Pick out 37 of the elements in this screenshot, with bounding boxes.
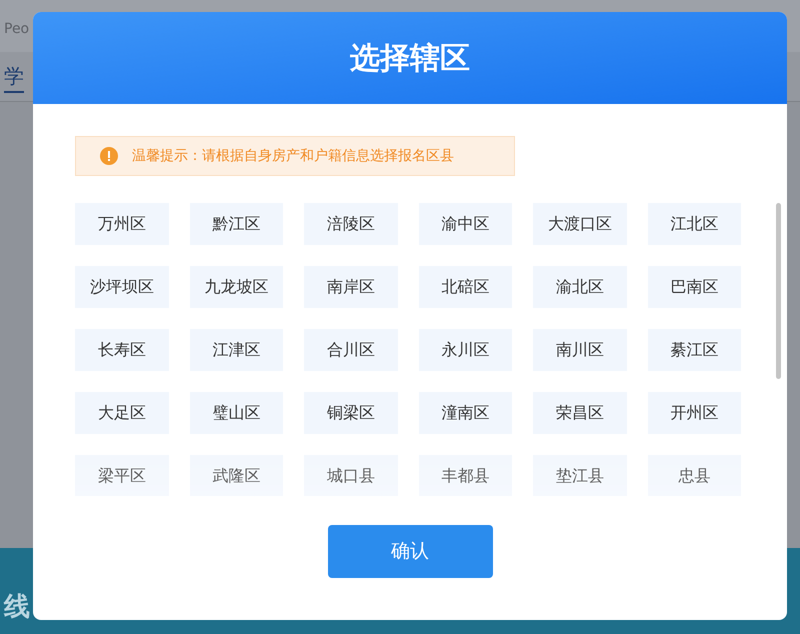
- district-option[interactable]: 垫江县: [533, 455, 626, 496]
- nav-tab[interactable]: 学: [4, 60, 24, 92]
- district-option[interactable]: 永川区: [418, 329, 512, 371]
- district-option[interactable]: 九龙坡区: [190, 266, 283, 308]
- district-option[interactable]: 巴南区: [648, 266, 741, 308]
- district-option[interactable]: 潼南区: [418, 392, 512, 434]
- tip-text: 温馨提示：请根据自身房产和户籍信息选择报名区县: [132, 146, 454, 166]
- district-option[interactable]: 綦江区: [648, 329, 741, 371]
- district-option[interactable]: 铜梁区: [304, 392, 398, 434]
- district-option[interactable]: 北碚区: [418, 266, 512, 308]
- district-option[interactable]: 长寿区: [75, 329, 168, 371]
- district-option[interactable]: 开州区: [648, 392, 741, 434]
- district-option[interactable]: 丰都县: [418, 455, 512, 496]
- district-option[interactable]: 涪陵区: [304, 203, 398, 245]
- district-option[interactable]: 万州区: [75, 203, 168, 245]
- district-option[interactable]: 大渡口区: [533, 203, 626, 245]
- district-option[interactable]: 大足区: [75, 392, 168, 434]
- district-option[interactable]: 荣昌区: [533, 392, 626, 434]
- district-option[interactable]: 沙坪坝区: [75, 266, 168, 308]
- district-option[interactable]: 南岸区: [304, 266, 398, 308]
- district-option[interactable]: 江津区: [190, 329, 283, 371]
- district-option[interactable]: 渝中区: [418, 203, 512, 245]
- district-option[interactable]: 南川区: [533, 329, 626, 371]
- district-option[interactable]: 黔江区: [190, 203, 283, 245]
- logo-subtitle: Peo: [4, 22, 30, 36]
- district-option[interactable]: 合川区: [304, 329, 398, 371]
- scrollbar[interactable]: [776, 203, 781, 379]
- banner-text: 线: [4, 591, 30, 624]
- district-option[interactable]: 忠县: [648, 455, 741, 496]
- district-option[interactable]: 武隆区: [190, 455, 283, 496]
- district-option[interactable]: 江北区: [648, 203, 741, 245]
- district-option[interactable]: 城口县: [304, 455, 398, 496]
- dialog-title: 选择辖区: [350, 40, 470, 78]
- warning-icon: [100, 147, 118, 165]
- district-option[interactable]: 梁平区: [75, 455, 168, 496]
- district-option[interactable]: 璧山区: [190, 392, 283, 434]
- district-option[interactable]: 渝北区: [533, 266, 626, 308]
